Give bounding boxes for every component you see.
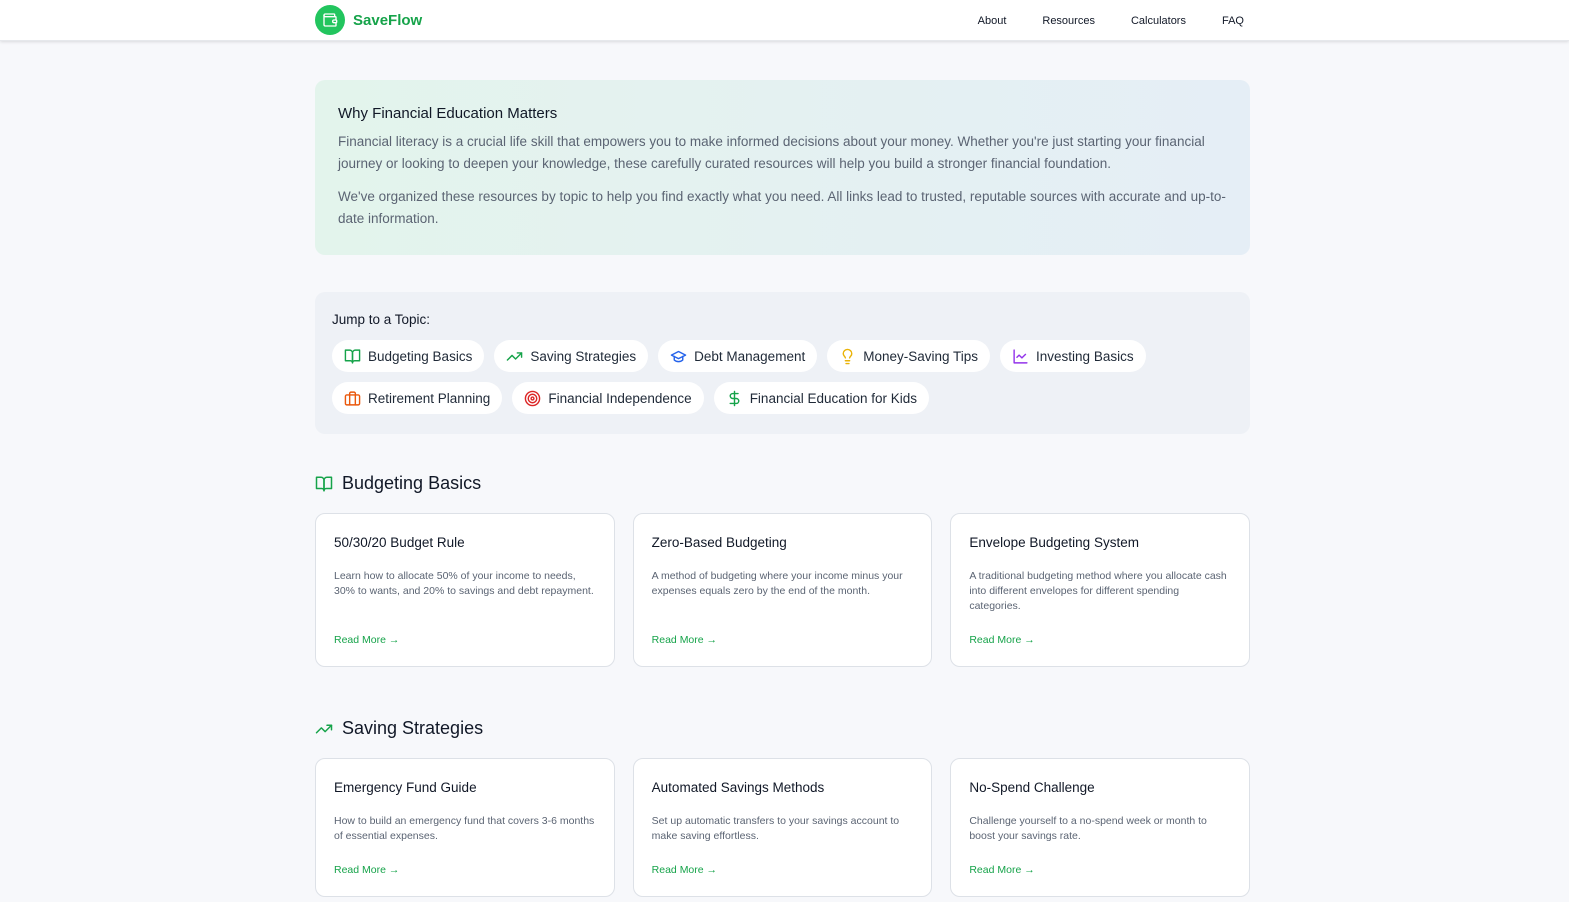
saving-cards: Emergency Fund Guide How to build an eme… [315,758,1251,897]
read-more-link[interactable]: Read More → [334,634,399,646]
card-title: Emergency Fund Guide [334,780,477,795]
topic-chip-independence[interactable]: Financial Independence [512,382,704,414]
resource-card: Zero-Based Budgeting A method of budgeti… [632,513,933,667]
intro-panel: Why Financial Education Matters Financia… [315,80,1250,255]
read-more-link[interactable]: Read More → [969,864,1034,876]
trending-up-icon [315,724,333,733]
topic-chip-kids[interactable]: Financial Education for Kids [713,382,930,414]
section-title-text: Budgeting Basics [342,473,482,493]
card-title: Envelope Budgeting System [969,535,1139,550]
section-title-budgeting: Budgeting Basics [315,473,481,494]
topic-chip-money-saving[interactable]: Money-Saving Tips [827,340,991,372]
jump-to-topic-panel: Jump to a Topic: Budgeting Basics Saving… [315,292,1250,434]
card-title: Zero-Based Budgeting [651,535,787,550]
book-open-icon [344,348,361,364]
topic-chip-label: Budgeting Basics [368,348,473,364]
intro-title: Why Financial Education Matters [338,105,558,122]
dollar-sign-icon [729,390,740,406]
card-description: A traditional budgeting method where you… [969,570,1227,612]
wallet-icon [315,5,345,35]
nav-faq[interactable]: FAQ [1222,15,1244,27]
line-chart-icon [1013,348,1028,364]
card-description: Set up automatic transfers to your savin… [651,815,900,842]
topic-chip-label: Investing Basics [1036,348,1134,364]
budgeting-cards: 50/30/20 Budget Rule Learn how to alloca… [315,513,1251,667]
section-title-saving: Saving Strategies [315,718,483,739]
resource-card: Envelope Budgeting System A traditional … [950,513,1251,667]
nav-calculators[interactable]: Calculators [1131,15,1186,27]
resource-card: Emergency Fund Guide How to build an eme… [315,758,615,897]
topic-chip-label: Financial Independence [548,390,692,406]
intro-paragraph-2: We've organized these resources by topic… [338,189,1226,226]
card-description: How to build an emergency fund that cove… [334,815,595,842]
graduation-cap-icon [670,350,687,362]
book-open-icon [315,476,333,491]
resource-card: Automated Savings Methods Set up automat… [632,758,933,897]
nav-about[interactable]: About [978,15,1007,27]
topic-chips: Budgeting Basics Saving Strategies Debt … [332,340,1233,414]
read-more-link[interactable]: Read More → [652,864,717,876]
main-nav: About Resources Calculators FAQ [978,0,1244,41]
topic-chip-label: Retirement Planning [368,390,491,406]
lightbulb-icon [842,348,853,364]
read-more-link[interactable]: Read More → [652,634,717,646]
topic-chip-label: Saving Strategies [530,348,637,364]
card-description: Challenge yourself to a no-spend week or… [969,815,1207,842]
section-title-text: Saving Strategies [342,718,484,738]
intro-paragraph-1: Financial literacy is a crucial life ski… [338,134,1205,171]
topic-chip-label: Debt Management [694,348,806,364]
brand-link[interactable]: SaveFlow [315,5,422,35]
jump-title: Jump to a Topic: [332,312,431,327]
target-icon [525,390,541,406]
topic-chip-saving[interactable]: Saving Strategies [494,340,649,372]
card-title: Automated Savings Methods [651,780,825,795]
brand-name: SaveFlow [353,11,423,29]
card-title: No-Spend Challenge [969,780,1095,795]
read-more-link[interactable]: Read More → [969,634,1034,646]
topic-chip-investing[interactable]: Investing Basics [1000,340,1146,372]
card-description: Learn how to allocate 50% of your income… [334,570,594,597]
briefcase-icon [344,390,361,406]
topic-chip-budgeting[interactable]: Budgeting Basics [332,340,485,372]
topic-chip-label: Money-Saving Tips [863,348,979,364]
topic-chip-retirement[interactable]: Retirement Planning [332,382,503,414]
site-header: SaveFlow About Resources Calculators FAQ [0,0,1569,41]
resource-card: 50/30/20 Budget Rule Learn how to alloca… [315,513,615,667]
card-title: 50/30/20 Budget Rule [334,535,465,550]
nav-resources[interactable]: Resources [1042,15,1095,27]
card-description: A method of budgeting where your income … [651,570,903,597]
trending-up-icon [507,351,523,361]
resource-card: No-Spend Challenge Challenge yourself to… [950,758,1251,897]
topic-chip-debt[interactable]: Debt Management [658,340,818,372]
topic-chip-label: Financial Education for Kids [749,390,918,406]
read-more-link[interactable]: Read More → [334,864,399,876]
